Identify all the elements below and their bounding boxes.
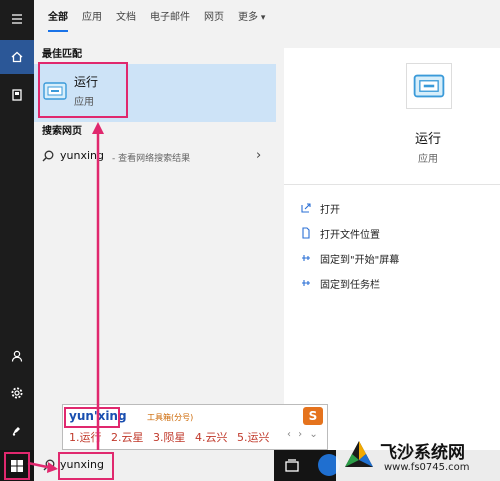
pin-icon (302, 255, 310, 261)
pin-to-taskbar-label: 固定到任务栏 (320, 279, 380, 291)
left-rail (0, 0, 34, 481)
tab-all[interactable]: 全部 (48, 0, 68, 36)
tab-email[interactable]: 电子邮件 (150, 0, 190, 36)
sogou-logo-icon: S (303, 407, 323, 425)
detail-subtitle: 应用 (418, 154, 438, 165)
site-logo-icon (345, 441, 373, 467)
start-button[interactable] (0, 450, 34, 481)
watermark: 飞沙系统网 www.fs0745.com (336, 432, 500, 481)
run-app-icon (43, 82, 67, 100)
best-match-heading: 最佳匹配 (42, 49, 82, 60)
ime-pinyin: yun'xing (69, 409, 127, 423)
task-view-icon[interactable] (282, 456, 302, 476)
pin-icon (302, 280, 310, 286)
open-icon (301, 203, 311, 213)
ime-candidate[interactable]: 5.运兴 (237, 431, 270, 444)
detail-title: 运行 (414, 132, 441, 147)
open-action-label: 打开 (320, 204, 340, 216)
tab-documents[interactable]: 文档 (116, 0, 136, 36)
open-action[interactable]: 打开 (300, 199, 340, 217)
home-icon[interactable] (0, 40, 34, 74)
pin-to-taskbar-action[interactable]: 固定到任务栏 (300, 274, 380, 292)
tab-web[interactable]: 网页 (204, 0, 224, 36)
taskbar-search-text: yunxing (60, 458, 104, 471)
best-match-item[interactable]: 运行 应用 (34, 64, 276, 122)
ime-candidates: 1.运行 2.云星 3.陨星 4.云兴 5.运兴 (69, 429, 276, 445)
menu-icon[interactable] (0, 2, 34, 36)
taskbar-search-box[interactable]: yunxing (34, 450, 274, 481)
ime-candidate-window: yun'xing 工具箱(分号) S 1.运行 2.云星 3.陨星 4.云兴 5… (62, 404, 328, 450)
tab-more[interactable]: 更多 (238, 0, 265, 36)
feedback-icon[interactable] (0, 413, 34, 447)
ime-page-arrows[interactable]: ‹ › ⌄ (287, 429, 320, 440)
open-file-location-label: 打开文件位置 (320, 229, 380, 241)
settings-icon[interactable] (0, 376, 34, 410)
search-icon (43, 459, 55, 471)
ime-toolbox-hint: 工具箱(分号) (147, 413, 194, 422)
divider (284, 184, 500, 185)
search-icon (42, 150, 54, 162)
user-icon[interactable] (0, 339, 34, 373)
web-query-text: yunxing (60, 149, 104, 162)
ime-candidate[interactable]: 4.云兴 (195, 431, 228, 444)
ime-candidate[interactable]: 1.运行 (69, 431, 102, 444)
filter-tabs: 全部 应用 文档 电子邮件 网页 更多 (34, 0, 500, 36)
windows-logo-icon (11, 459, 23, 472)
pin-to-start-action[interactable]: 固定到"开始"屏幕 (300, 249, 399, 267)
web-query-suffix: - 查看网络搜索结果 (112, 154, 191, 164)
pin-to-start-label: 固定到"开始"屏幕 (320, 254, 400, 266)
chevron-right-icon[interactable]: › (256, 148, 261, 163)
watermark-url: www.fs0745.com (384, 462, 470, 473)
watermark-name: 飞沙系统网 (380, 443, 465, 463)
web-search-result[interactable]: yunxing - 查看网络搜索结果 › (34, 144, 276, 170)
best-match-subtitle: 应用 (74, 97, 94, 108)
detail-panel: 运行 应用 打开 打开文件位置 固定到"开始"屏幕 固定到任务栏 (284, 48, 500, 450)
ime-candidate[interactable]: 3.陨星 (153, 431, 186, 444)
document-icon[interactable] (0, 78, 34, 112)
open-file-location-action[interactable]: 打开文件位置 (300, 224, 380, 242)
ime-candidate[interactable]: 2.云星 (111, 431, 144, 444)
results-panel: 最佳匹配 运行 应用 搜索网页 yunxing - 查看网络搜索结果 › (34, 36, 276, 450)
file-icon (302, 227, 310, 239)
web-search-heading: 搜索网页 (42, 126, 82, 137)
tab-apps[interactable]: 应用 (82, 0, 102, 36)
best-match-title: 运行 (74, 75, 99, 89)
run-app-large-icon (406, 63, 452, 109)
